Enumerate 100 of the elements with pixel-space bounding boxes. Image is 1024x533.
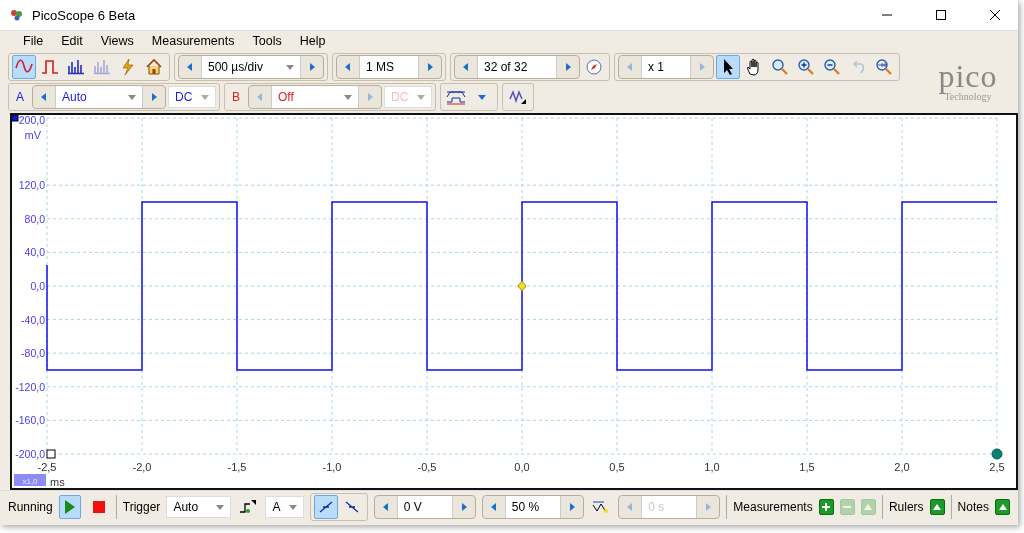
right-arrow-icon <box>366 92 375 101</box>
right-arrow-icon <box>308 62 316 71</box>
zoom-field[interactable]: x 1 <box>641 55 691 78</box>
menu-item[interactable]: Measurements <box>142 34 244 48</box>
axis-label: -1,5 <box>227 461 247 473</box>
right-arrow-icon <box>698 62 706 71</box>
unit-label: mV <box>24 129 41 141</box>
axis-label: 0,0 <box>30 280 45 292</box>
buffer-field[interactable]: 32 of 32 <box>477 55 557 78</box>
home-icon <box>145 57 163 76</box>
edit-button[interactable] <box>994 499 1011 515</box>
menu-item[interactable]: Tools <box>243 34 291 48</box>
falling-edge-icon <box>343 499 360 515</box>
compass-icon <box>586 58 602 75</box>
coupling-dropdown[interactable]: DC <box>168 85 216 108</box>
axis-label: 40,0 <box>24 246 45 259</box>
lightning-icon <box>119 57 137 76</box>
panel-label: Rulers <box>888 500 924 514</box>
axis-label: -120,0 <box>15 380 45 393</box>
axis-label: 2,5 <box>989 461 1005 473</box>
right-arrow-icon <box>426 62 434 71</box>
maximize-icon <box>936 10 946 20</box>
range-dropdown[interactable]: Off <box>271 85 360 108</box>
scope-view[interactable]: 200,0 120,0 80,0 40,0 0,0 -40,0 -80,0 -120,0 -160,0 -200,0 mV -2,5 -2,0 -1,5 -1,0 -0,5 0,0 0,5 1,0 1,5 2,0 2,5 x1,0 ms <box>10 113 1018 490</box>
plus-icon <box>821 502 832 512</box>
axis-label: -2,5 <box>37 461 57 473</box>
rising-edge-button[interactable] <box>313 495 338 519</box>
left-arrow-icon <box>489 503 498 511</box>
trigger-mode-dropdown[interactable]: Auto <box>166 496 231 518</box>
trigger-source-dropdown[interactable]: A <box>265 496 304 518</box>
play-icon <box>64 500 76 514</box>
toolbar-button[interactable] <box>716 54 740 79</box>
right-arrow-icon <box>567 503 576 511</box>
channel-marker-icon <box>12 115 19 122</box>
axis-label: 80,0 <box>24 212 45 225</box>
left-arrow-icon <box>462 62 470 71</box>
caret-icon <box>215 503 224 511</box>
axis-label: -160,0 <box>15 414 45 427</box>
zoom-out-icon <box>823 57 841 76</box>
axis-label: 0,0 <box>514 461 530 473</box>
signal-icon <box>446 88 467 105</box>
pulse-icon <box>41 57 59 76</box>
triangle-icon <box>997 502 1008 512</box>
caret-icon <box>417 92 426 101</box>
add-button[interactable] <box>818 499 834 515</box>
channel-label[interactable]: A <box>12 89 30 104</box>
scale-badge: x1,0 <box>14 474 46 486</box>
caret-icon <box>288 503 297 511</box>
sine-wave-icon <box>15 57 33 76</box>
axis-label: -80,0 <box>21 347 45 360</box>
triangle-icon <box>863 502 874 512</box>
waveform-icon <box>509 88 528 105</box>
left-arrow-icon <box>626 62 634 71</box>
trigger-label: Trigger <box>122 500 161 514</box>
minimize-icon <box>882 14 892 16</box>
channel-label[interactable]: B <box>228 89 247 104</box>
axis-label: 200,0 <box>18 115 45 126</box>
zoom-icon <box>875 57 893 76</box>
left-arrow-icon <box>256 92 265 101</box>
caret-icon <box>286 62 294 71</box>
right-arrow-icon <box>459 503 468 511</box>
ruler-marker-icon <box>46 449 56 459</box>
menu-item[interactable]: Help <box>290 34 335 48</box>
axis-label: 1,5 <box>799 461 815 473</box>
axis-label: -2,0 <box>132 461 152 473</box>
panel-label: Notes <box>957 500 989 514</box>
left-arrow-icon <box>344 62 352 71</box>
delay-marker-icon[interactable] <box>991 448 1003 460</box>
axis-label: 120,0 <box>18 179 45 192</box>
status-label: Running <box>8 500 53 514</box>
timebase-dropdown[interactable]: 500 µs/div <box>201 55 301 78</box>
menu-item[interactable]: Views <box>91 34 143 48</box>
waveform-icon <box>592 499 611 515</box>
caret-icon <box>201 92 209 101</box>
edit-button[interactable] <box>929 499 945 515</box>
left-arrow-icon <box>40 92 48 101</box>
threshold-field[interactable]: 0 V <box>396 496 453 518</box>
panel-label: Measurements <box>733 500 813 514</box>
axis-label: -0,5 <box>417 461 437 473</box>
pretrigger-field[interactable]: 50 % <box>504 496 561 518</box>
run-button[interactable] <box>58 495 82 519</box>
logo-subtitle: Technology <box>944 92 992 102</box>
menu-item[interactable]: File <box>14 34 53 48</box>
axis-label: -1,0 <box>322 461 342 473</box>
bar-chart-icon <box>93 57 111 76</box>
zoom-icon <box>771 57 789 76</box>
menu-item[interactable]: Edit <box>52 34 92 48</box>
caret-icon <box>478 92 487 101</box>
trigger-marker-icon[interactable] <box>517 280 527 292</box>
left-arrow-icon <box>381 503 390 511</box>
bar-chart-icon <box>67 57 85 76</box>
right-arrow-icon <box>704 503 713 511</box>
close-icon <box>990 10 1000 20</box>
rising-edge-icon <box>317 499 334 515</box>
samples-field[interactable]: 1 MS <box>359 55 419 78</box>
zoom-in-icon <box>797 57 815 76</box>
axis-label: 0,5 <box>609 461 625 473</box>
app-icon <box>10 8 24 22</box>
stop-icon <box>92 501 105 513</box>
range-dropdown[interactable]: Auto <box>55 85 143 108</box>
